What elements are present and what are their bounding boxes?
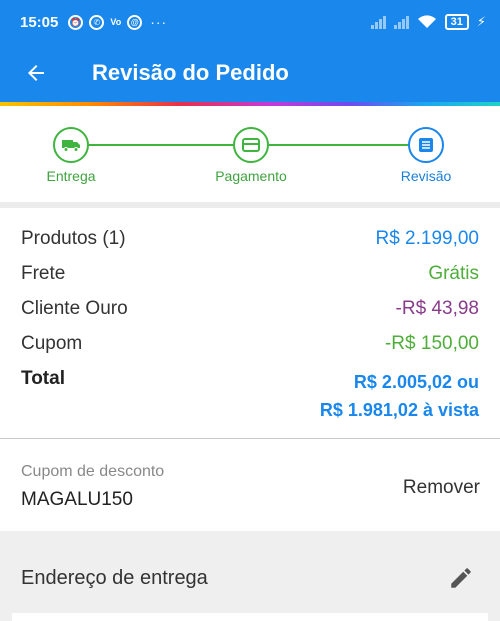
gold-value: -R$ 43,98 [395,298,479,319]
charging-icon: ⚡ [476,14,486,29]
step-label-revisao: Revisão [400,168,452,184]
total-installment-value: R$ 2.005,02 ou [353,372,479,392]
step-pagamento[interactable] [233,127,269,163]
order-summary: Produtos (1) R$ 2.199,00 Frete Grátis Cl… [0,208,500,438]
summary-row-coupon: Cupom -R$ 150,00 [21,333,479,355]
checkout-stepper: Entrega Pagamento Revisão [0,106,500,202]
card-icon [242,138,260,152]
back-button[interactable] [4,44,68,102]
gold-label: Cliente Ouro [21,298,128,319]
summary-row-shipping: Frete Grátis [21,263,479,285]
list-icon [419,138,433,152]
signal-icon [370,15,386,29]
battery-icon: 31 [444,14,469,30]
status-bar: 15:05 ⏰ ✆ Vo @ ··· 31 ⚡ [0,0,500,44]
shipping-value: Grátis [428,263,479,284]
total-label: Total [21,368,65,389]
app-bar: Revisão do Pedido [0,44,500,102]
truck-icon [62,140,80,152]
coupon-label: Cupom [21,333,83,354]
app-icon: @ [127,14,143,30]
total-value: R$ 2.005,02 ou R$ 1.981,02 à vista [320,368,479,424]
arrow-left-icon [28,65,44,81]
whatsapp-icon: ✆ [89,14,105,30]
step-connector [88,144,234,146]
coupon-section-label: Cupom de desconto [21,463,165,480]
more-notifications: ··· [150,14,168,30]
remove-coupon-button[interactable]: Remover [403,477,480,499]
summary-row-products: Produtos (1) R$ 2.199,00 [21,228,479,250]
pencil-icon[interactable] [448,565,474,591]
products-value: R$ 2.199,00 [375,228,479,249]
summary-row-gold-discount: Cliente Ouro -R$ 43,98 [21,298,479,320]
products-label: Produtos (1) [21,228,126,249]
step-label-entrega: Entrega [46,168,96,184]
volte-icon: Vo [110,17,122,27]
status-time: 15:05 [20,13,59,31]
address-card[interactable] [12,613,488,621]
step-connector [269,144,409,146]
address-section-title: Endereço de entrega [21,567,208,589]
step-entrega[interactable] [53,127,89,163]
delivery-address-section: Endereço de entrega [0,531,500,621]
step-revisao[interactable] [408,127,444,163]
shipping-label: Frete [21,263,66,284]
page-title: Revisão do Pedido [92,60,289,85]
total-cash-value: R$ 1.981,02 à vista [319,400,479,420]
summary-row-total: Total R$ 2.005,02 ou R$ 1.981,02 à vista [21,368,479,424]
coupon-code: MAGALU150 [21,489,133,510]
signal-2-icon [393,15,409,29]
coupon-section: Cupom de desconto MAGALU150 Remover [0,439,500,531]
step-label-pagamento: Pagamento [215,168,287,184]
alarm-icon: ⏰ [68,14,84,30]
status-notification-icons: ⏰ ✆ Vo @ ··· [68,14,167,30]
wifi-icon [417,15,436,28]
coupon-value: -R$ 150,00 [384,333,479,354]
